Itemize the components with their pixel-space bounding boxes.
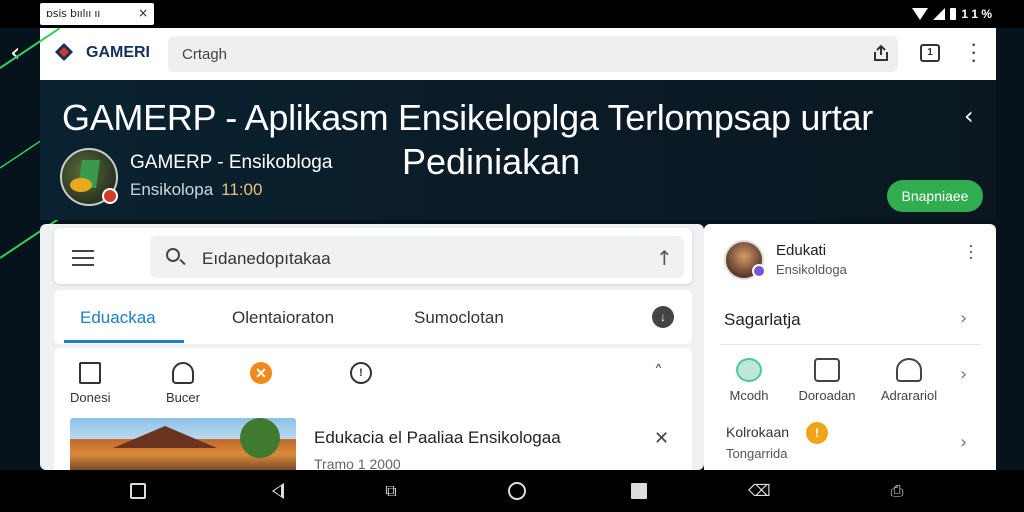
side-item-label: Adrarariol — [880, 388, 938, 403]
chevron-right-icon[interactable]: › — [960, 432, 967, 453]
chevron-left-icon[interactable]: ‹ — [964, 102, 974, 130]
back-icon[interactable] — [272, 483, 284, 499]
more-menu-icon[interactable]: · · · — [968, 236, 974, 266]
content-card: Donesi Bucer ✕ ! ˄ Edukacia el Paaliaa E… — [54, 348, 692, 472]
category-clock[interactable]: ! — [350, 362, 372, 390]
side-row-subtitle: Tongarrida — [726, 446, 788, 461]
page-title-line2: Pediniakan — [402, 141, 581, 182]
search-icon — [166, 248, 180, 262]
app-subtitle-text: Ensikolopa — [130, 180, 214, 199]
chevron-right-icon[interactable]: › — [960, 308, 967, 329]
recycle-icon — [171, 362, 194, 384]
download-icon[interactable]: ↓ — [652, 306, 674, 328]
tab-bar: Eduackaa Olentaioraton Sumoclotan ↓ — [54, 290, 692, 344]
signal-icon — [933, 8, 946, 20]
arrow-up-icon[interactable]: ↑ — [656, 246, 673, 270]
article-thumbnail[interactable] — [70, 418, 296, 470]
tab-edukasi[interactable]: Eduackaa — [80, 308, 156, 328]
status-bar: ɒsis bıılıı ıı × 1 1 % — [0, 0, 1024, 28]
alert-badge-icon: ! — [806, 422, 828, 444]
close-icon[interactable]: ✕ — [654, 428, 669, 449]
app-name: GAMERP - Ensikobloga — [130, 152, 333, 173]
main-panel: Eıdanedopıtakaa ↑ Eduackaa Olentaioraton… — [40, 224, 704, 472]
recents-icon[interactable] — [130, 483, 146, 499]
status-tab[interactable]: ɒsis bıılıı ıı × — [40, 3, 154, 25]
image-icon — [814, 358, 840, 382]
person-icon — [896, 358, 922, 382]
orange-badge-icon: ✕ — [250, 362, 272, 384]
category-bucer[interactable]: Bucer — [166, 362, 200, 405]
hero-action-button[interactable]: Bnapniaee — [887, 180, 983, 212]
rotate-icon[interactable]: ⧉ — [382, 482, 400, 500]
browser-toolbar: GAMERI Crtagh 1 · · · — [40, 28, 996, 80]
category-orange[interactable]: ✕ — [250, 362, 272, 390]
search-input[interactable]: Eıdanedopıtakaa ↑ — [150, 236, 684, 278]
divider — [720, 344, 980, 345]
side-item-mcodh[interactable]: Mcodh — [714, 358, 784, 403]
section-title[interactable]: Sagarlatja — [724, 310, 801, 330]
eraser-icon[interactable]: ⌫ — [748, 482, 771, 500]
tab-orientasi[interactable]: Olentaioraton — [232, 308, 334, 328]
category-donasi[interactable]: Donesi — [70, 362, 110, 405]
category-label: Donesi — [70, 390, 111, 405]
logo-text: GAMERI — [86, 44, 150, 61]
side-name: Edukati — [776, 242, 827, 259]
hamburger-menu-icon[interactable] — [72, 250, 94, 266]
more-menu-icon[interactable]: · · · — [970, 33, 977, 71]
home-icon[interactable] — [508, 482, 526, 500]
side-item-label: Doroadan — [798, 388, 856, 403]
side-item-doroadan[interactable]: Doroadan — [792, 358, 862, 403]
side-item-adrarariol[interactable]: Adrarariol — [874, 358, 944, 403]
side-panel: Edukati Ensikoldoga · · · Sagarlatja › Mco… — [704, 224, 996, 470]
tabs-icon[interactable]: 1 — [920, 44, 940, 62]
category-label: Bucer — [166, 390, 200, 405]
battery-text: 1 1 % — [961, 7, 992, 21]
battery-icon — [950, 8, 957, 20]
system-nav-bar: ⧉ ⌫ ⎙ — [0, 470, 1024, 512]
page-title: GAMERP - Aplikasm Ensikeloplga Terlompsa… — [62, 97, 873, 138]
clock-icon: ! — [350, 362, 372, 384]
green-circle-icon — [736, 358, 762, 382]
status-tab-label: ɒsis bıılıı ıı — [46, 7, 101, 20]
chevron-right-icon[interactable]: › — [960, 364, 967, 385]
stop-icon[interactable] — [631, 483, 647, 499]
share-icon[interactable] — [872, 44, 890, 62]
avatar-badge-icon — [752, 264, 766, 278]
side-row-title[interactable]: Kolrokaan — [726, 424, 789, 440]
close-icon[interactable]: × — [138, 6, 148, 20]
search-text: Eıdanedopıtakaa — [202, 249, 331, 268]
side-item-label: Mcodh — [729, 388, 769, 403]
active-tab-indicator — [64, 340, 184, 343]
search-row: Eıdanedopıtakaa ↑ — [54, 228, 692, 284]
folder-icon — [79, 362, 102, 384]
app-subtitle: Ensikolopa 11:00 — [130, 180, 262, 200]
article-title[interactable]: Edukacia el Paaliaa Ensikologaa — [314, 428, 561, 448]
hero-banner: GAMERP - Aplikasm Ensikeloplga Terlompsa… — [40, 80, 996, 220]
url-field[interactable]: Crtagh — [168, 36, 898, 72]
screenshot-icon[interactable]: ⎙ — [888, 482, 906, 500]
status-indicators: 1 1 % — [912, 6, 992, 22]
app-subtitle-number: 11:00 — [221, 180, 263, 199]
app-badge-icon — [102, 188, 118, 204]
wifi-icon — [912, 8, 929, 20]
side-subtitle: Ensikoldoga — [776, 262, 847, 277]
chevron-up-icon[interactable]: ˄ — [654, 362, 663, 383]
tab-sumber[interactable]: Sumoclotan — [414, 308, 504, 328]
